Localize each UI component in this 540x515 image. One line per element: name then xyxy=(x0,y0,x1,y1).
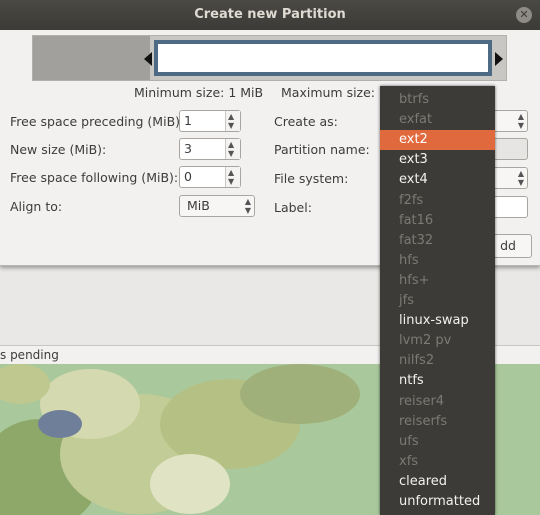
combo-arrows-icon: ▲ ▼ xyxy=(244,197,251,215)
maximum-size-text: Maximum size: 3 xyxy=(281,85,387,100)
align-to-label: Align to: xyxy=(10,199,63,214)
menu-item-lvm2-pv: lvm2 pv xyxy=(399,333,452,349)
menu-item-xfs: xfs xyxy=(399,453,419,469)
resize-right-handle-icon[interactable] xyxy=(495,52,503,66)
menu-item-unformatted[interactable]: unformatted xyxy=(380,492,495,512)
free-space-preceding-value: 1 xyxy=(184,113,192,128)
menu-item-cleared[interactable]: cleared xyxy=(380,472,495,492)
menu-item-reiserfs: reiserfs xyxy=(399,413,448,429)
align-to-value: MiB xyxy=(187,198,210,213)
menu-item-ext4[interactable]: ext4 xyxy=(380,170,495,190)
menu-item-ext2[interactable]: ext2 xyxy=(380,130,495,151)
menu-item-reiser4: reiser4 xyxy=(399,393,445,409)
combo-arrows-icon: ▲ ▼ xyxy=(517,169,524,187)
free-space-preceding-label: Free space preceding (MiB): xyxy=(10,114,185,129)
free-space-preceding-spinner[interactable]: 1 ▲ ▼ xyxy=(179,110,241,132)
menu-item-f2fs: f2fs xyxy=(399,192,424,208)
label-field-label: Label: xyxy=(274,200,312,215)
close-icon[interactable]: ✕ xyxy=(516,7,532,23)
spinner-arrows-icon[interactable]: ▲ ▼ xyxy=(225,167,240,187)
align-to-combo[interactable]: MiB ▲ ▼ xyxy=(179,195,255,217)
menu-item-fat16: fat16 xyxy=(399,212,434,228)
menu-item-nilfs2: nilfs2 xyxy=(399,353,435,369)
free-space-following-label: Free space following (MiB): xyxy=(10,170,179,185)
menu-item-hfs: hfs xyxy=(399,252,419,268)
status-text: s pending xyxy=(0,348,59,362)
menu-item-exfat: exfat xyxy=(399,112,433,128)
spinner-arrows-icon[interactable]: ▲ ▼ xyxy=(225,139,240,159)
menu-item-hfs-: hfs+ xyxy=(399,272,430,288)
file-system-dropdown-menu: btrfs exfat ext2 ext3 ext4 f2fs fat16 fat32 hfs h… xyxy=(380,86,495,515)
unallocated-region xyxy=(33,36,150,80)
menu-item-ext3[interactable]: ext3 xyxy=(380,150,495,170)
dialog-titlebar: Create new Partition xyxy=(0,0,540,30)
menu-item-jfs: jfs xyxy=(399,293,414,308)
menu-item-linux-swap[interactable]: linux-swap xyxy=(380,311,495,331)
create-as-label: Create as: xyxy=(274,114,338,129)
menu-item-ufs: ufs xyxy=(399,433,419,449)
free-space-following-spinner[interactable]: 0 ▲ ▼ xyxy=(179,166,241,188)
file-system-label: File system: xyxy=(274,171,349,186)
menu-item-btrfs: btrfs xyxy=(399,92,430,107)
partition-name-label: Partition name: xyxy=(274,142,370,157)
new-partition-region[interactable] xyxy=(154,40,492,76)
partition-visual-bar[interactable] xyxy=(32,35,507,81)
new-size-value: 3 xyxy=(184,141,192,156)
resize-left-handle-icon[interactable] xyxy=(144,52,152,66)
new-size-label: New size (MiB): xyxy=(10,142,107,157)
new-size-spinner[interactable]: 3 ▲ ▼ xyxy=(179,138,241,160)
spinner-arrows-icon[interactable]: ▲ ▼ xyxy=(225,111,240,131)
menu-item-ntfs[interactable]: ntfs xyxy=(380,371,495,391)
dialog-title: Create new Partition xyxy=(194,7,346,22)
combo-arrows-icon: ▲ ▼ xyxy=(517,112,524,130)
minimum-size-text: Minimum size: 1 MiB xyxy=(134,85,264,100)
menu-item-fat32: fat32 xyxy=(399,232,434,248)
free-space-following-value: 0 xyxy=(184,169,192,184)
